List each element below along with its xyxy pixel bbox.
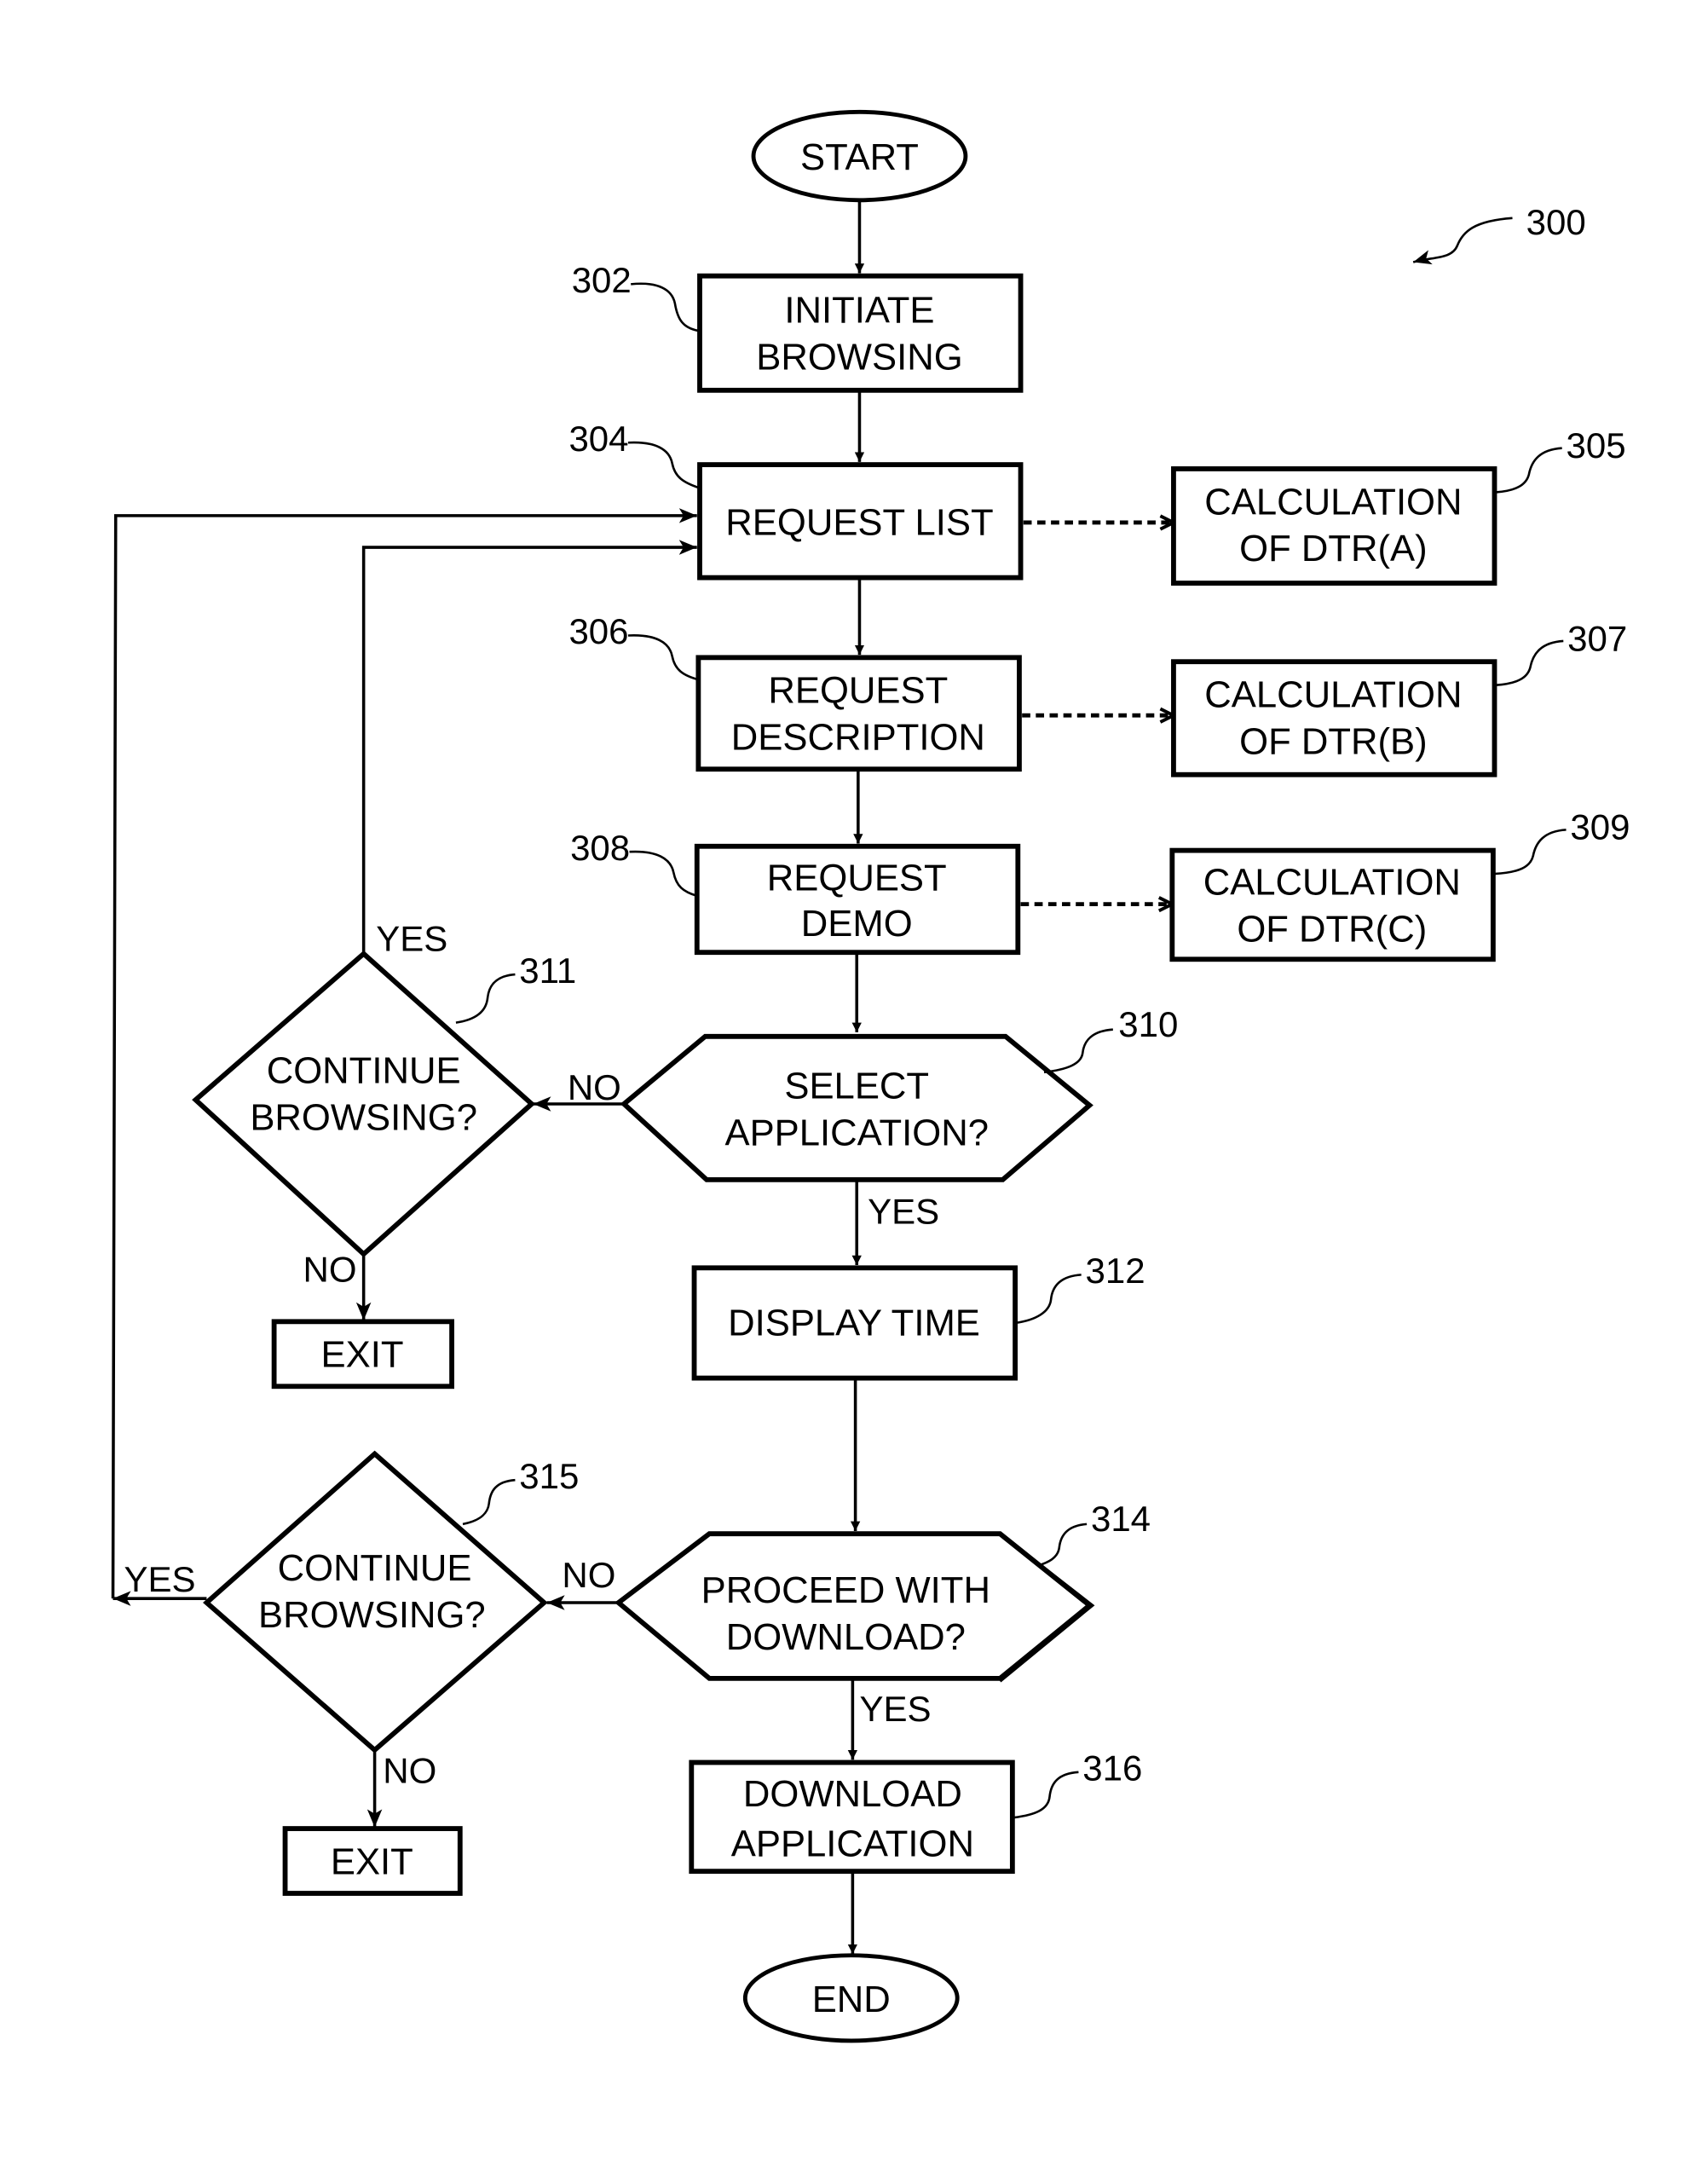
figure-reference-arrow-icon	[1412, 217, 1513, 265]
ref-306: 306	[568, 611, 628, 651]
edge-label-314-yes: YES	[859, 1689, 931, 1729]
step-306-line-2: DESCRIPTION	[731, 718, 985, 759]
ref-310: 310	[1118, 1004, 1178, 1044]
step-305-line-1: CALCULATION	[1204, 482, 1462, 523]
leader-305	[1496, 447, 1562, 494]
leader-306	[627, 634, 699, 681]
exit-1-label: EXIT	[321, 1335, 404, 1376]
ref-314: 314	[1091, 1499, 1151, 1539]
decision-310-line-2: APPLICATION?	[724, 1112, 989, 1153]
decision-314-proceed-with-download[interactable]: PROCEED WITH DOWNLOAD?	[614, 1531, 1095, 1683]
step-302-initiate-browsing[interactable]: INITIATE BROWSING	[697, 273, 1024, 393]
step-307-line-2: OF DTR(B)	[1239, 721, 1428, 762]
ref-311: 311	[519, 950, 576, 991]
leader-315	[462, 1478, 516, 1526]
decision-311-continue-browsing[interactable]: CONTINUE BROWSING?	[192, 950, 536, 1258]
decision-315-line-1: CONTINUE	[278, 1548, 472, 1589]
decision-314-line-1: PROCEED WITH	[701, 1570, 990, 1611]
leader-309	[1494, 829, 1567, 875]
step-309-calculation-dtr-c[interactable]: CALCULATION OF DTR(C)	[1169, 847, 1496, 962]
ref-304: 304	[568, 419, 628, 459]
connector-311-yes-304	[361, 540, 697, 954]
ref-302: 302	[572, 260, 632, 300]
leader-307	[1496, 639, 1564, 686]
start-terminal[interactable]: START	[751, 109, 968, 203]
exit-2-label: EXIT	[331, 1841, 413, 1882]
leader-316	[1013, 1771, 1079, 1819]
edge-label-310-no: NO	[568, 1067, 621, 1107]
leader-302	[631, 282, 701, 332]
ref-312: 312	[1086, 1251, 1145, 1291]
ref-308: 308	[570, 828, 630, 868]
leader-308	[629, 850, 698, 898]
figure-reference-number: 300	[1526, 202, 1586, 242]
leader-314	[1038, 1523, 1088, 1567]
leader-312	[1014, 1274, 1082, 1325]
decision-310-line-1: SELECT	[784, 1066, 929, 1107]
decision-314-line-2: DOWNLOAD?	[726, 1617, 966, 1658]
step-305-calculation-dtr-a[interactable]: CALCULATION OF DTR(A)	[1171, 466, 1497, 586]
step-302-line-1: INITIATE	[784, 291, 934, 332]
step-316-line-2: APPLICATION	[731, 1823, 974, 1864]
step-304-line-1: REQUEST LIST	[725, 503, 993, 544]
leader-304	[627, 441, 701, 489]
decision-311-line-2: BROWSING?	[250, 1098, 477, 1139]
step-309-line-2: OF DTR(C)	[1237, 909, 1427, 950]
exit-1[interactable]: EXIT	[271, 1319, 454, 1390]
step-307-calculation-dtr-b[interactable]: CALCULATION OF DTR(B)	[1171, 659, 1497, 777]
ref-309: 309	[1570, 807, 1630, 847]
ref-307: 307	[1567, 618, 1627, 658]
step-312-line-1: DISPLAY TIME	[728, 1303, 980, 1343]
step-304-request-list[interactable]: REQUEST LIST	[697, 462, 1024, 581]
edge-label-311-no: NO	[303, 1249, 357, 1289]
step-316-line-1: DOWNLOAD	[743, 1774, 962, 1815]
ref-316: 316	[1082, 1748, 1142, 1788]
step-308-request-demo[interactable]: REQUEST DEMO	[694, 843, 1021, 956]
edge-label-314-no: NO	[562, 1555, 615, 1595]
step-306-request-description[interactable]: REQUEST DESCRIPTION	[695, 655, 1022, 772]
step-312-display-time[interactable]: DISPLAY TIME	[691, 1265, 1018, 1381]
edge-label-315-no: NO	[383, 1751, 436, 1791]
ref-315: 315	[519, 1456, 579, 1496]
leader-310	[1043, 1028, 1113, 1074]
flowchart-300: 300 START INITIATE BROWSING 302 REQUEST …	[111, 109, 1630, 2043]
step-307-line-1: CALCULATION	[1204, 675, 1462, 716]
decision-315-line-2: BROWSING?	[258, 1595, 486, 1636]
end-terminal[interactable]: END	[742, 1953, 960, 2043]
step-309-line-1: CALCULATION	[1203, 862, 1461, 903]
step-308-line-2: DEMO	[801, 904, 913, 945]
ref-305: 305	[1567, 425, 1626, 465]
step-308-line-1: REQUEST	[767, 858, 947, 898]
step-316-download-application[interactable]: DOWNLOAD APPLICATION	[689, 1759, 1015, 1875]
edge-label-310-yes: YES	[868, 1192, 939, 1232]
exit-2[interactable]: EXIT	[282, 1826, 463, 1896]
step-302-line-2: BROWSING	[756, 338, 962, 378]
edge-label-315-yes: YES	[124, 1559, 195, 1599]
figure-reference: 300	[1412, 202, 1586, 265]
decision-311-line-1: CONTINUE	[267, 1051, 461, 1092]
leader-311	[455, 973, 516, 1024]
step-305-line-2: OF DTR(A)	[1239, 529, 1428, 569]
end-label: END	[812, 1979, 891, 2020]
edge-label-311-yes: YES	[376, 919, 447, 959]
step-306-line-1: REQUEST	[768, 671, 948, 712]
decision-315-continue-browsing[interactable]: CONTINUE BROWSING?	[203, 1450, 548, 1754]
decision-310-select-application[interactable]: SELECT APPLICATION?	[620, 1033, 1093, 1182]
start-label: START	[800, 137, 919, 178]
